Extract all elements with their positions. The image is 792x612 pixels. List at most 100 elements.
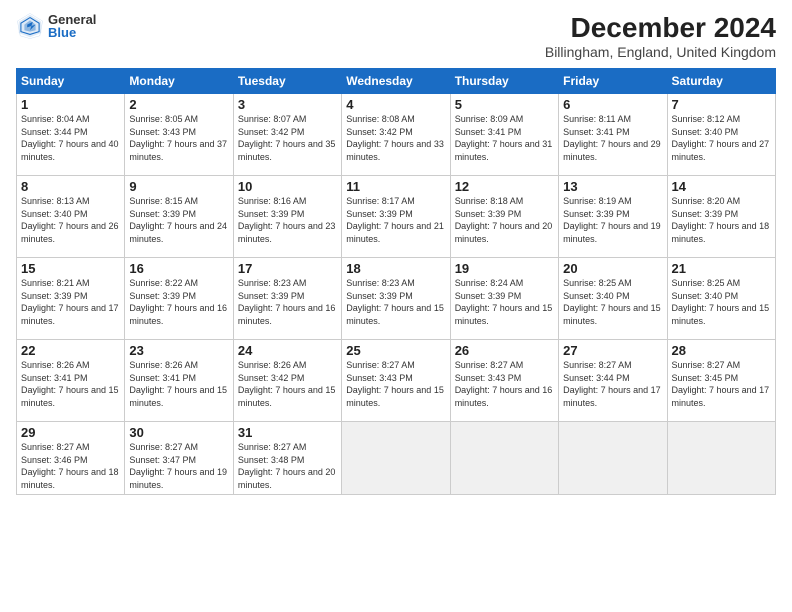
calendar-cell: 5Sunrise: 8:09 AMSunset: 3:41 PMDaylight… bbox=[450, 94, 558, 176]
day-number: 20 bbox=[563, 261, 662, 276]
calendar-cell: 31Sunrise: 8:27 AMSunset: 3:48 PMDayligh… bbox=[233, 422, 341, 495]
header: General Blue December 2024 Billingham, E… bbox=[16, 12, 776, 60]
day-info: Sunrise: 8:15 AMSunset: 3:39 PMDaylight:… bbox=[129, 195, 228, 245]
calendar-cell: 18Sunrise: 8:23 AMSunset: 3:39 PMDayligh… bbox=[342, 258, 450, 340]
day-info: Sunrise: 8:26 AMSunset: 3:42 PMDaylight:… bbox=[238, 359, 337, 409]
calendar-cell: 29Sunrise: 8:27 AMSunset: 3:46 PMDayligh… bbox=[17, 422, 125, 495]
day-info: Sunrise: 8:26 AMSunset: 3:41 PMDaylight:… bbox=[21, 359, 120, 409]
calendar-cell: 9Sunrise: 8:15 AMSunset: 3:39 PMDaylight… bbox=[125, 176, 233, 258]
day-info: Sunrise: 8:25 AMSunset: 3:40 PMDaylight:… bbox=[672, 277, 771, 327]
calendar-cell: 28Sunrise: 8:27 AMSunset: 3:45 PMDayligh… bbox=[667, 340, 775, 422]
day-number: 24 bbox=[238, 343, 337, 358]
calendar-cell: 10Sunrise: 8:16 AMSunset: 3:39 PMDayligh… bbox=[233, 176, 341, 258]
day-number: 28 bbox=[672, 343, 771, 358]
day-info: Sunrise: 8:05 AMSunset: 3:43 PMDaylight:… bbox=[129, 113, 228, 163]
calendar-cell: 30Sunrise: 8:27 AMSunset: 3:47 PMDayligh… bbox=[125, 422, 233, 495]
day-number: 22 bbox=[21, 343, 120, 358]
calendar-cell: 16Sunrise: 8:22 AMSunset: 3:39 PMDayligh… bbox=[125, 258, 233, 340]
calendar-week-row: 22Sunrise: 8:26 AMSunset: 3:41 PMDayligh… bbox=[17, 340, 776, 422]
day-info: Sunrise: 8:22 AMSunset: 3:39 PMDaylight:… bbox=[129, 277, 228, 327]
day-info: Sunrise: 8:27 AMSunset: 3:44 PMDaylight:… bbox=[563, 359, 662, 409]
calendar-cell: 8Sunrise: 8:13 AMSunset: 3:40 PMDaylight… bbox=[17, 176, 125, 258]
calendar-header-tuesday: Tuesday bbox=[233, 69, 341, 94]
calendar-cell: 22Sunrise: 8:26 AMSunset: 3:41 PMDayligh… bbox=[17, 340, 125, 422]
page: General Blue December 2024 Billingham, E… bbox=[0, 0, 792, 612]
day-number: 5 bbox=[455, 97, 554, 112]
day-number: 8 bbox=[21, 179, 120, 194]
day-number: 13 bbox=[563, 179, 662, 194]
day-number: 25 bbox=[346, 343, 445, 358]
day-number: 3 bbox=[238, 97, 337, 112]
logo-icon bbox=[16, 12, 44, 40]
day-info: Sunrise: 8:11 AMSunset: 3:41 PMDaylight:… bbox=[563, 113, 662, 163]
day-number: 11 bbox=[346, 179, 445, 194]
calendar-cell: 26Sunrise: 8:27 AMSunset: 3:43 PMDayligh… bbox=[450, 340, 558, 422]
calendar-week-row: 1Sunrise: 8:04 AMSunset: 3:44 PMDaylight… bbox=[17, 94, 776, 176]
day-number: 21 bbox=[672, 261, 771, 276]
day-info: Sunrise: 8:12 AMSunset: 3:40 PMDaylight:… bbox=[672, 113, 771, 163]
calendar-header-wednesday: Wednesday bbox=[342, 69, 450, 94]
day-number: 10 bbox=[238, 179, 337, 194]
day-number: 9 bbox=[129, 179, 228, 194]
calendar-cell: 7Sunrise: 8:12 AMSunset: 3:40 PMDaylight… bbox=[667, 94, 775, 176]
day-number: 1 bbox=[21, 97, 120, 112]
calendar-cell: 12Sunrise: 8:18 AMSunset: 3:39 PMDayligh… bbox=[450, 176, 558, 258]
day-number: 16 bbox=[129, 261, 228, 276]
day-number: 29 bbox=[21, 425, 120, 440]
logo: General Blue bbox=[16, 12, 96, 40]
day-info: Sunrise: 8:07 AMSunset: 3:42 PMDaylight:… bbox=[238, 113, 337, 163]
day-number: 7 bbox=[672, 97, 771, 112]
calendar-cell: 3Sunrise: 8:07 AMSunset: 3:42 PMDaylight… bbox=[233, 94, 341, 176]
day-info: Sunrise: 8:25 AMSunset: 3:40 PMDaylight:… bbox=[563, 277, 662, 327]
day-info: Sunrise: 8:18 AMSunset: 3:39 PMDaylight:… bbox=[455, 195, 554, 245]
day-info: Sunrise: 8:04 AMSunset: 3:44 PMDaylight:… bbox=[21, 113, 120, 163]
day-info: Sunrise: 8:17 AMSunset: 3:39 PMDaylight:… bbox=[346, 195, 445, 245]
day-info: Sunrise: 8:27 AMSunset: 3:43 PMDaylight:… bbox=[346, 359, 445, 409]
day-info: Sunrise: 8:09 AMSunset: 3:41 PMDaylight:… bbox=[455, 113, 554, 163]
day-info: Sunrise: 8:26 AMSunset: 3:41 PMDaylight:… bbox=[129, 359, 228, 409]
day-info: Sunrise: 8:21 AMSunset: 3:39 PMDaylight:… bbox=[21, 277, 120, 327]
calendar-table: SundayMondayTuesdayWednesdayThursdayFrid… bbox=[16, 68, 776, 495]
logo-text: General Blue bbox=[48, 13, 96, 39]
day-info: Sunrise: 8:27 AMSunset: 3:43 PMDaylight:… bbox=[455, 359, 554, 409]
calendar-cell: 23Sunrise: 8:26 AMSunset: 3:41 PMDayligh… bbox=[125, 340, 233, 422]
calendar-week-row: 29Sunrise: 8:27 AMSunset: 3:46 PMDayligh… bbox=[17, 422, 776, 495]
day-number: 19 bbox=[455, 261, 554, 276]
main-title: December 2024 bbox=[545, 12, 776, 44]
day-number: 31 bbox=[238, 425, 337, 440]
day-info: Sunrise: 8:20 AMSunset: 3:39 PMDaylight:… bbox=[672, 195, 771, 245]
day-number: 4 bbox=[346, 97, 445, 112]
day-info: Sunrise: 8:16 AMSunset: 3:39 PMDaylight:… bbox=[238, 195, 337, 245]
day-number: 14 bbox=[672, 179, 771, 194]
calendar-cell: 4Sunrise: 8:08 AMSunset: 3:42 PMDaylight… bbox=[342, 94, 450, 176]
calendar-cell: 21Sunrise: 8:25 AMSunset: 3:40 PMDayligh… bbox=[667, 258, 775, 340]
calendar-cell: 1Sunrise: 8:04 AMSunset: 3:44 PMDaylight… bbox=[17, 94, 125, 176]
day-number: 2 bbox=[129, 97, 228, 112]
day-info: Sunrise: 8:23 AMSunset: 3:39 PMDaylight:… bbox=[238, 277, 337, 327]
day-info: Sunrise: 8:23 AMSunset: 3:39 PMDaylight:… bbox=[346, 277, 445, 327]
day-number: 18 bbox=[346, 261, 445, 276]
title-block: December 2024 Billingham, England, Unite… bbox=[545, 12, 776, 60]
calendar-cell: 6Sunrise: 8:11 AMSunset: 3:41 PMDaylight… bbox=[559, 94, 667, 176]
calendar-cell: 25Sunrise: 8:27 AMSunset: 3:43 PMDayligh… bbox=[342, 340, 450, 422]
calendar-cell: 19Sunrise: 8:24 AMSunset: 3:39 PMDayligh… bbox=[450, 258, 558, 340]
calendar-cell bbox=[667, 422, 775, 495]
day-number: 26 bbox=[455, 343, 554, 358]
calendar-week-row: 8Sunrise: 8:13 AMSunset: 3:40 PMDaylight… bbox=[17, 176, 776, 258]
calendar-header-monday: Monday bbox=[125, 69, 233, 94]
day-number: 12 bbox=[455, 179, 554, 194]
day-info: Sunrise: 8:27 AMSunset: 3:47 PMDaylight:… bbox=[129, 441, 228, 491]
calendar-header-row: SundayMondayTuesdayWednesdayThursdayFrid… bbox=[17, 69, 776, 94]
day-number: 15 bbox=[21, 261, 120, 276]
calendar-header-friday: Friday bbox=[559, 69, 667, 94]
calendar-cell: 14Sunrise: 8:20 AMSunset: 3:39 PMDayligh… bbox=[667, 176, 775, 258]
calendar-header-saturday: Saturday bbox=[667, 69, 775, 94]
calendar-cell: 13Sunrise: 8:19 AMSunset: 3:39 PMDayligh… bbox=[559, 176, 667, 258]
day-info: Sunrise: 8:27 AMSunset: 3:46 PMDaylight:… bbox=[21, 441, 120, 491]
day-number: 6 bbox=[563, 97, 662, 112]
day-info: Sunrise: 8:27 AMSunset: 3:45 PMDaylight:… bbox=[672, 359, 771, 409]
day-info: Sunrise: 8:13 AMSunset: 3:40 PMDaylight:… bbox=[21, 195, 120, 245]
calendar-cell: 2Sunrise: 8:05 AMSunset: 3:43 PMDaylight… bbox=[125, 94, 233, 176]
calendar-cell bbox=[450, 422, 558, 495]
day-info: Sunrise: 8:24 AMSunset: 3:39 PMDaylight:… bbox=[455, 277, 554, 327]
